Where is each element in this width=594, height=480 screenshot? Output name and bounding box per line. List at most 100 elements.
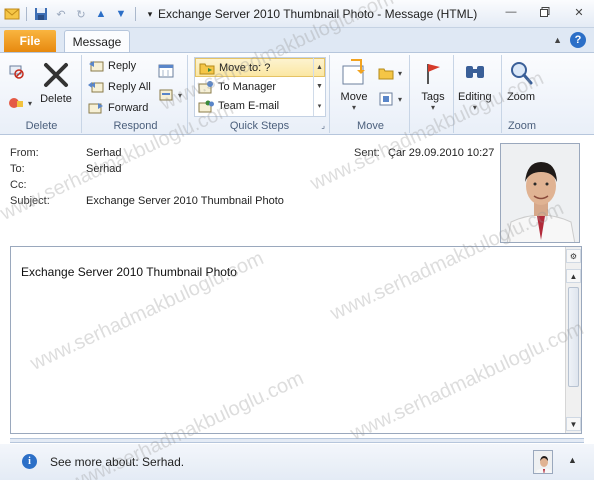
sent-label: Sent: <box>354 147 380 159</box>
scroll-thumb[interactable] <box>568 287 579 387</box>
editing-label: Editing <box>458 91 492 103</box>
more-respond-button[interactable]: ▾ <box>158 85 182 105</box>
cc-label: Cc: <box>10 179 27 191</box>
from-value[interactable]: Serhad <box>86 147 121 159</box>
to-label: To: <box>10 163 25 175</box>
quick-step-to-manager-label: To Manager <box>218 80 277 93</box>
quick-steps-scroll[interactable]: ▲ ▼ ▾ <box>313 58 325 116</box>
quick-step-move-to[interactable]: Move to: ? <box>195 58 325 77</box>
reply-all-label: Reply All <box>108 81 151 93</box>
reply-icon <box>88 58 104 74</box>
body-scrollbar[interactable]: ⚙ ▲ ▼ <box>565 247 581 433</box>
meeting-icon <box>158 63 174 79</box>
close-icon[interactable]: ✕ <box>570 4 588 20</box>
more-respond-dropdown-icon: ▾ <box>178 90 183 100</box>
tab-message[interactable]: Message <box>64 30 130 53</box>
sender-photo <box>500 143 580 243</box>
quick-steps-group: Move to: ? To Manager Team E-mail ▲ ▼ ▾ <box>190 55 330 133</box>
editing-dropdown-icon: ▾ <box>472 103 477 112</box>
rules-button[interactable]: ▾ <box>378 63 402 83</box>
zoom-button[interactable]: Zoom <box>505 57 537 103</box>
to-value[interactable]: Serhad <box>86 163 121 175</box>
quick-steps-launcher-icon[interactable]: ⌟ <box>321 119 325 133</box>
rules-dropdown-icon: ▾ <box>398 68 403 78</box>
tags-label: Tags <box>421 91 445 103</box>
meeting-reply-button[interactable] <box>158 61 174 81</box>
rules-icon <box>378 65 394 81</box>
ribbon: ▾ Delete Delete Reply Reply All Forward … <box>0 52 594 135</box>
quick-step-to-manager[interactable]: To Manager <box>195 77 325 96</box>
move-button[interactable]: Move ▾ <box>338 57 370 112</box>
message-body[interactable]: Exchange Server 2010 Thumbnail Photo ⚙ ▲… <box>10 246 582 434</box>
view-options-icon[interactable]: ⚙ <box>566 249 581 263</box>
undo-icon[interactable]: ↶ <box>53 6 69 22</box>
ribbon-right-controls: ▲ ? <box>553 32 586 48</box>
quick-steps-more-icon[interactable]: ▾ <box>318 102 322 110</box>
quick-steps-up-icon[interactable]: ▲ <box>316 64 323 71</box>
redo-icon[interactable]: ↻ <box>73 6 89 22</box>
tags-group: Tags ▾ <box>412 55 454 133</box>
respond-group-label: Respond <box>113 120 158 132</box>
expand-people-pane-icon[interactable]: ▲ <box>568 455 577 465</box>
minimize-icon[interactable]: — <box>502 4 520 20</box>
next-item-icon[interactable]: ▼ <box>113 6 129 22</box>
forward-icon <box>88 100 104 116</box>
reply-button[interactable]: Reply <box>88 56 136 76</box>
tab-file[interactable]: File <box>4 30 56 52</box>
zoom-label: Zoom <box>506 91 536 103</box>
outlook-mail-icon[interactable] <box>4 6 20 22</box>
quick-steps-label: Quick Steps <box>229 120 290 132</box>
zoom-group-label: Zoom <box>507 120 537 132</box>
help-icon[interactable]: ? <box>570 32 586 48</box>
restore-icon[interactable] <box>536 4 554 20</box>
ignore-button[interactable] <box>8 61 24 81</box>
save-icon[interactable] <box>33 6 49 22</box>
previous-item-icon[interactable]: ▲ <box>93 6 109 22</box>
people-pane-splitter[interactable] <box>10 438 584 443</box>
delete-button[interactable]: Delete <box>40 59 72 105</box>
move-label: Move <box>340 91 368 103</box>
editing-button[interactable]: Editing ▾ <box>458 57 492 112</box>
tags-button[interactable]: Tags ▾ <box>417 57 449 112</box>
actions-button[interactable]: ▾ <box>378 89 402 109</box>
actions-icon <box>378 91 394 107</box>
people-pane-text: See more about: Serhad. <box>50 455 185 469</box>
message-body-text: Exchange Server 2010 Thumbnail Photo <box>21 265 237 279</box>
zoom-group: Zoom Zoom <box>504 55 540 133</box>
flag-icon <box>417 57 449 89</box>
team-email-icon <box>198 98 214 114</box>
scroll-up-icon[interactable]: ▲ <box>566 269 581 283</box>
message-header: From: Serhad To: Serhad Cc: Subject: Exc… <box>0 136 594 244</box>
magnifier-icon <box>505 57 537 89</box>
reply-all-button[interactable]: Reply All <box>88 77 151 97</box>
forward-button[interactable]: Forward <box>88 98 148 118</box>
subject-label: Subject: <box>10 195 50 207</box>
quick-step-team-email[interactable]: Team E-mail <box>195 96 325 115</box>
ignore-icon <box>8 63 24 79</box>
scroll-down-icon[interactable]: ▼ <box>566 417 581 431</box>
subject-value: Exchange Server 2010 Thumbnail Photo <box>86 195 284 207</box>
move-icon <box>338 57 370 89</box>
move-group: Move ▾ ▾ ▾ Move <box>332 55 410 133</box>
delete-icon <box>40 59 72 91</box>
junk-button[interactable]: ▾ <box>8 93 32 113</box>
info-icon: i <box>22 454 37 469</box>
delete-group: ▾ Delete Delete <box>2 55 82 133</box>
binoculars-icon <box>459 57 491 89</box>
forward-label: Forward <box>108 102 149 114</box>
sent-value: Çar 29.09.2010 10:27 <box>388 147 495 159</box>
qat-separator <box>26 7 27 21</box>
sender-thumbnail[interactable] <box>533 450 553 474</box>
ribbon-tab-row: File Message ▲ ? <box>0 28 594 53</box>
quick-steps-down-icon[interactable]: ▼ <box>316 83 323 90</box>
editing-group: Editing ▾ <box>456 55 502 133</box>
customize-qat-icon[interactable]: ▾ <box>142 6 158 22</box>
to-manager-icon <box>198 79 214 95</box>
minimize-ribbon-icon[interactable]: ▲ <box>553 35 562 45</box>
people-pane: i See more about: Serhad. ▲ <box>0 444 594 480</box>
junk-dropdown-icon: ▾ <box>28 98 33 108</box>
quick-steps-gallery: Move to: ? To Manager Team E-mail ▲ ▼ ▾ <box>194 57 326 117</box>
reply-all-icon <box>88 79 104 95</box>
window-controls: — ✕ <box>502 4 588 20</box>
delete-group-label: Delete <box>25 120 58 132</box>
